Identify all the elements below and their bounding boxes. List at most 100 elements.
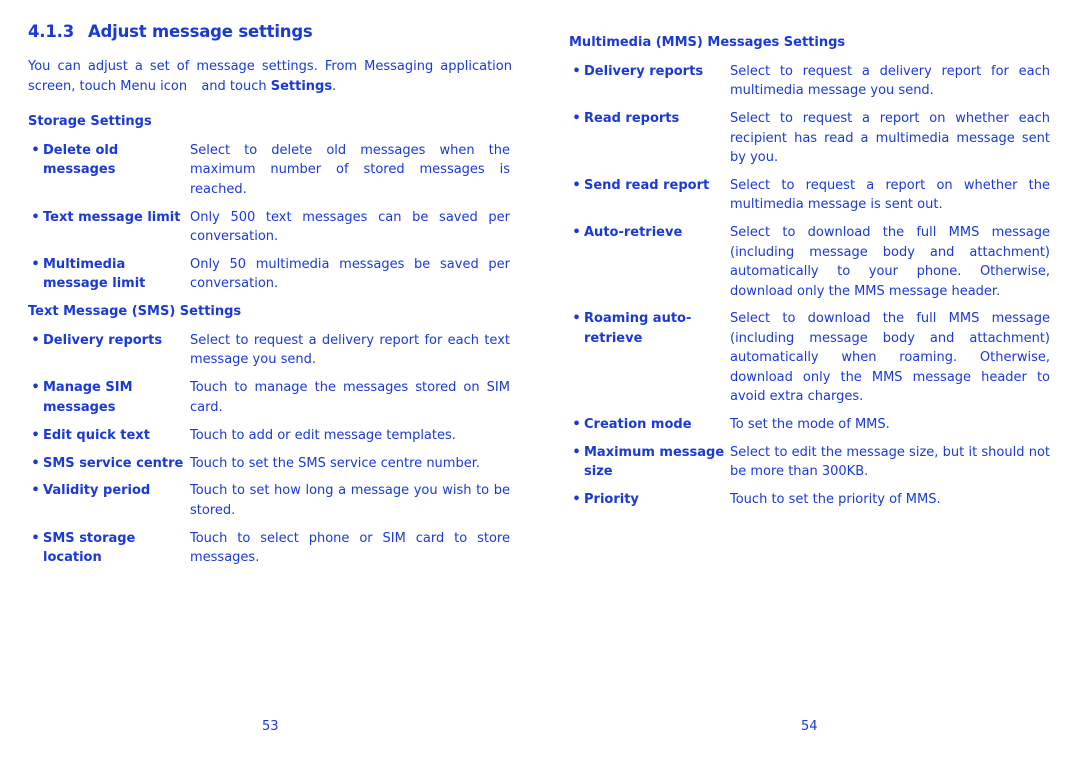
- setting-name: Maximum message size: [584, 444, 725, 480]
- setting-item: • Creation mode To set the mode of MMS.: [569, 415, 1050, 434]
- setting-item: • Validity period Touch to set how long a …: [28, 481, 510, 520]
- bullet-icon: •: [572, 225, 581, 241]
- bullet-icon: •: [31, 380, 40, 396]
- setting-name: Text message limit: [43, 209, 181, 225]
- section-number: 4.1.3: [28, 22, 74, 41]
- bullet-icon: •: [31, 483, 40, 499]
- bullet-icon: •: [572, 111, 581, 127]
- setting-item: • Delivery reports Select to request a del…: [28, 331, 510, 370]
- section-title: Adjust message settings: [87, 22, 313, 41]
- page-number-right: 54: [801, 719, 818, 734]
- setting-description: Select to request a delivery report for …: [190, 333, 510, 368]
- setting-description: Select to request a report on whether th…: [730, 178, 1050, 213]
- setting-description: Touch to add or edit message templates.: [190, 427, 456, 443]
- setting-description: Only 500 text messages can be saved per …: [190, 209, 510, 245]
- intro-text-2: and touch: [197, 78, 271, 94]
- setting-description: Touch to set the priority of MMS.: [730, 492, 941, 508]
- setting-term: • SMS storage location: [28, 529, 190, 568]
- bullet-icon: •: [572, 64, 581, 79]
- setting-name: SMS storage location: [43, 530, 136, 566]
- setting-item: • Multimedia message limit Only 50 multime…: [28, 255, 510, 294]
- setting-term: • Send read report: [569, 176, 730, 215]
- setting-name: Multimedia message limit: [43, 257, 146, 292]
- setting-term: • Multimedia message limit: [28, 255, 190, 294]
- setting-term: • SMS service centre: [28, 454, 190, 473]
- setting-name: Auto-retrieve: [584, 225, 683, 241]
- setting-item: • Maximum message size Select to edit the …: [569, 443, 1050, 482]
- setting-name: Validity period: [43, 483, 151, 499]
- setting-term: • Edit quick text: [28, 426, 190, 445]
- setting-description: To set the mode of MMS.: [730, 417, 890, 432]
- mms-settings-title: Multimedia (MMS) Messages Settings: [569, 35, 846, 50]
- setting-name: Roaming auto-retrieve: [584, 311, 692, 346]
- setting-description: Select to download the full MMS message …: [730, 311, 1050, 405]
- settings-keyword: Settings: [270, 78, 333, 94]
- setting-name: Manage SIM messages: [43, 380, 133, 415]
- setting-description: Touch to select phone or SIM card to sto…: [190, 530, 510, 566]
- bullet-icon: •: [31, 143, 40, 158]
- setting-description: Select to download the full MMS message …: [730, 225, 1050, 299]
- setting-item: • Priority Touch to set the priority of MM…: [569, 490, 1050, 509]
- setting-term: • Read reports: [569, 109, 730, 167]
- section-heading: 4.1.3 Adjust message settings: [28, 22, 313, 41]
- setting-item: • Read reports Select to request a report …: [569, 109, 1050, 167]
- setting-term: • Validity period: [28, 481, 190, 520]
- setting-description: Touch to set how long a message you wish…: [190, 483, 510, 518]
- bullet-icon: •: [572, 311, 581, 327]
- setting-name: Delete old messages: [43, 143, 119, 178]
- setting-term: • Maximum message size: [569, 443, 730, 482]
- bullet-icon: •: [31, 257, 40, 273]
- storage-settings-list: • Delete old messages Select to delete old…: [28, 141, 510, 302]
- bullet-icon: •: [31, 530, 40, 546]
- setting-item: • Text message limit Only 500 text message…: [28, 208, 510, 247]
- setting-item: • SMS storage location Touch to select pho…: [28, 529, 510, 568]
- setting-name: Read reports: [584, 111, 680, 127]
- sms-settings-title: Text Message (SMS) Settings: [28, 304, 242, 319]
- setting-item: • SMS service centre Touch to set the SMS …: [28, 454, 510, 473]
- setting-term: • Delete old messages: [28, 141, 190, 199]
- setting-description: Touch to set the SMS service centre numb…: [190, 455, 480, 471]
- mms-settings-list: • Delivery reports Select to request a del…: [569, 62, 1050, 518]
- setting-term: • Delivery reports: [28, 331, 190, 370]
- setting-name: Delivery reports: [584, 64, 704, 79]
- setting-description: Select to edit the message size, but it …: [730, 444, 1050, 480]
- bullet-icon: •: [572, 178, 581, 194]
- setting-item: • Delivery reports Select to request a del…: [569, 62, 1050, 101]
- setting-description: Select to request a delivery report for …: [730, 64, 1050, 99]
- setting-name: Delivery reports: [43, 333, 163, 348]
- setting-name: Edit quick text: [43, 427, 150, 443]
- setting-description: Touch to manage the messages stored on S…: [190, 380, 510, 415]
- setting-term: • Auto-retrieve: [569, 223, 730, 301]
- setting-description: Select to delete old messages when the m…: [190, 143, 510, 197]
- setting-item: • Delete old messages Select to delete old…: [28, 141, 510, 199]
- bullet-icon: •: [572, 417, 581, 432]
- bullet-icon: •: [572, 444, 581, 460]
- setting-name: Priority: [584, 492, 639, 508]
- setting-name: Creation mode: [584, 417, 692, 432]
- bullet-icon: •: [31, 209, 40, 225]
- setting-item: • Roaming auto-retrieve Select to download…: [569, 309, 1050, 406]
- setting-description: Only 50 multimedia messages be saved per…: [190, 257, 510, 292]
- setting-term: • Delivery reports: [569, 62, 730, 101]
- setting-item: • Edit quick text Touch to add or edit mes…: [28, 426, 510, 445]
- setting-term: • Creation mode: [569, 415, 730, 434]
- setting-name: Send read report: [584, 178, 710, 194]
- bullet-icon: •: [31, 333, 40, 348]
- setting-item: • Auto-retrieve Select to download the ful…: [569, 223, 1050, 301]
- setting-item: • Send read report Select to request a rep…: [569, 176, 1050, 215]
- setting-name: SMS service centre: [43, 455, 184, 471]
- sms-settings-list: • Delivery reports Select to request a del…: [28, 331, 510, 576]
- setting-term: • Roaming auto-retrieve: [569, 309, 730, 406]
- page-number-left: 53: [262, 719, 279, 734]
- setting-term: • Priority: [569, 490, 730, 509]
- setting-description: Select to request a report on whether ea…: [730, 111, 1050, 166]
- bullet-icon: •: [31, 427, 40, 443]
- storage-settings-title: Storage Settings: [28, 114, 152, 129]
- intro-end: .: [332, 78, 337, 94]
- intro-paragraph: You can adjust a set of message settings…: [28, 57, 512, 96]
- setting-item: • Manage SIM messages Touch to manage the …: [28, 378, 510, 417]
- setting-term: • Manage SIM messages: [28, 378, 190, 417]
- bullet-icon: •: [572, 492, 581, 508]
- setting-term: • Text message limit: [28, 208, 190, 247]
- bullet-icon: •: [31, 455, 40, 471]
